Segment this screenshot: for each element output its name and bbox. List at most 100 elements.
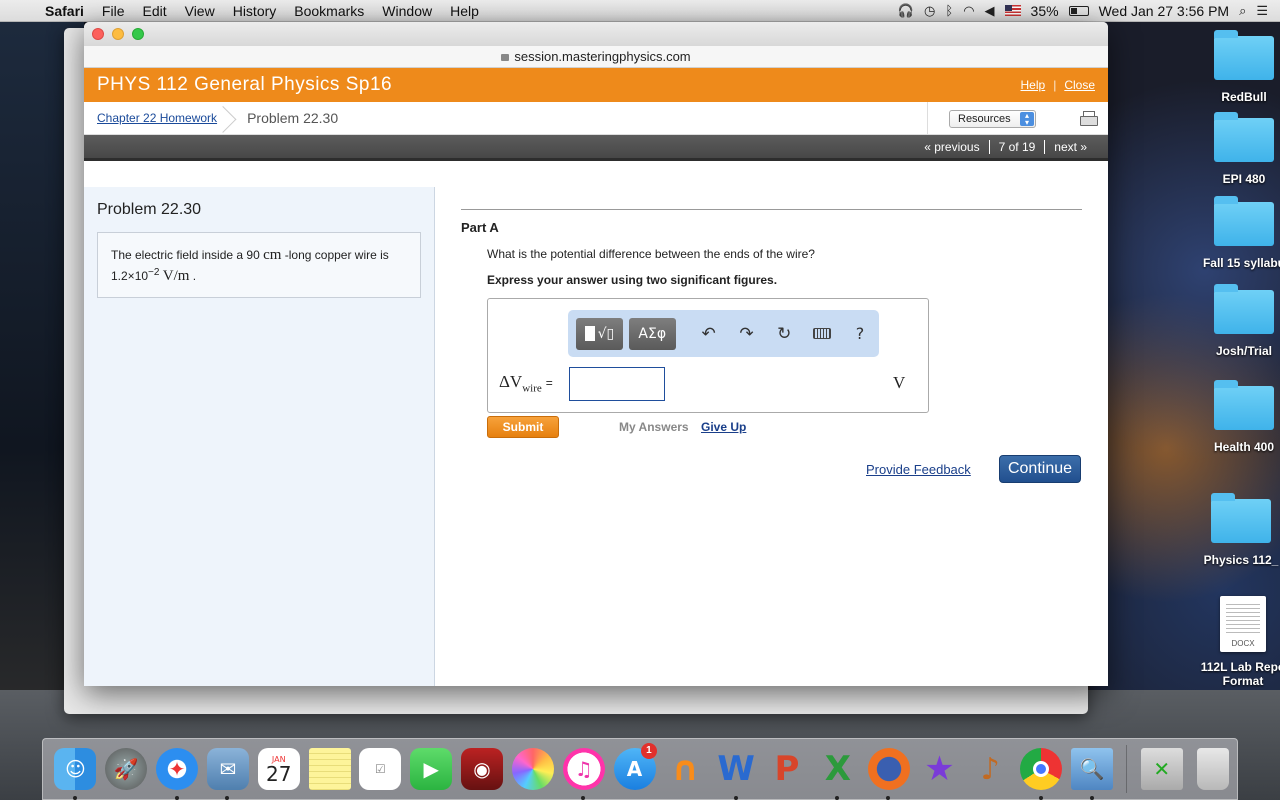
dock-photos[interactable] <box>508 745 557 794</box>
notification-center-icon[interactable]: ☰ <box>1256 3 1268 19</box>
desktop-icon-label: Fall 15 syllabu <box>1202 256 1280 270</box>
dock-powerpoint[interactable]: P <box>763 745 812 794</box>
dock-itunes[interactable]: ♫ <box>559 745 608 800</box>
powerpoint-icon: P <box>774 749 800 789</box>
clock[interactable]: Wed Jan 27 3:56 PM <box>1099 3 1229 19</box>
resources-select-label: Resources <box>958 112 1011 125</box>
part-label[interactable]: Part A <box>461 220 1082 235</box>
desktop-icon-label: RedBull <box>1221 90 1267 104</box>
desktop-folder-fall15[interactable]: Fall 15 syllabu <box>1199 196 1280 270</box>
breadcrumb-tools: Resources ▴ ▾ <box>927 102 1108 135</box>
dock-photo-booth[interactable]: ◉ <box>458 745 507 794</box>
running-indicator <box>835 795 840 800</box>
desktop-folder-epi480[interactable]: EPI 480 <box>1199 112 1280 186</box>
dock-finder[interactable]: ☺ <box>51 745 100 800</box>
statement-exponent: −2 <box>148 267 160 278</box>
desktop-folder-redbull[interactable]: RedBull <box>1199 30 1280 104</box>
dock-safari[interactable]: ✦ <box>153 745 202 800</box>
keyboard-button[interactable] <box>803 318 841 350</box>
desktop-folder-physics112[interactable]: Physics 112_ <box>1196 493 1280 567</box>
provide-feedback-link[interactable]: Provide Feedback <box>866 462 971 477</box>
menu-window[interactable]: Window <box>373 3 441 19</box>
course-header-links: Help | Close <box>1021 78 1096 92</box>
pager-position[interactable]: 7 of 19 <box>990 140 1045 154</box>
breadcrumb-chevron-icon <box>223 102 237 135</box>
dock-downloads-stack[interactable]: ✕ <box>1137 745 1186 794</box>
desktop-icon-label: Physics 112_ <box>1203 553 1279 567</box>
my-answers-label: My Answers <box>619 420 689 434</box>
folder-icon <box>1214 112 1274 162</box>
reminders-icon: ☑ <box>359 748 402 790</box>
dock-launchpad[interactable]: 🚀 <box>102 745 151 794</box>
dock-imovie[interactable]: ★ <box>915 745 964 794</box>
templates-label: √▯ <box>597 325 615 342</box>
help-link[interactable]: Help <box>1021 78 1046 92</box>
menu-history[interactable]: History <box>224 3 286 19</box>
submit-button[interactable]: Submit <box>487 416 559 438</box>
dock-word[interactable]: W <box>712 745 761 800</box>
dock-headphones-app[interactable]: ∩ <box>661 745 710 794</box>
battery-percentage[interactable]: 35% <box>1031 3 1059 19</box>
menu-file[interactable]: File <box>93 3 134 19</box>
dock-excel[interactable]: X <box>813 745 862 800</box>
battery-icon[interactable] <box>1068 5 1089 16</box>
template-block-icon <box>584 326 595 341</box>
continue-button[interactable]: Continue <box>999 455 1081 483</box>
help-icon[interactable]: ? <box>841 318 879 350</box>
bluetooth-icon[interactable]: ᛒ <box>945 3 953 18</box>
dock-trash[interactable] <box>1188 745 1237 794</box>
math-toolbar: √▯ ΑΣφ ↶ ↷ ↻ ? <box>568 310 879 357</box>
menu-edit[interactable]: Edit <box>133 3 175 19</box>
close-window-button[interactable] <box>92 28 104 40</box>
symbols-button[interactable]: ΑΣφ <box>628 317 676 350</box>
next-link[interactable]: next » <box>1045 140 1096 154</box>
photos-flower-icon <box>511 748 554 790</box>
time-machine-icon[interactable]: ◷ <box>924 3 935 19</box>
resources-select[interactable]: Resources ▴ ▾ <box>949 109 1036 128</box>
dock-preview[interactable]: 🔍 <box>1068 745 1117 800</box>
equals-sign: = <box>545 376 553 390</box>
templates-button[interactable]: √▯ <box>576 317 623 350</box>
give-up-link[interactable]: Give Up <box>701 420 746 434</box>
volume-icon[interactable]: ◀ <box>985 3 995 19</box>
dock-facetime[interactable]: ▶ <box>407 745 456 794</box>
running-indicator <box>886 795 891 800</box>
menu-app-name[interactable]: Safari <box>36 3 93 19</box>
redo-icon[interactable]: ↷ <box>728 318 766 350</box>
address-bar[interactable]: session.masteringphysics.com <box>84 46 1108 68</box>
dock-mail[interactable]: ✉ <box>203 745 252 800</box>
folder-icon <box>1214 380 1274 430</box>
undo-icon[interactable]: ↶ <box>690 318 728 350</box>
print-icon[interactable] <box>1080 111 1098 126</box>
menu-bookmarks[interactable]: Bookmarks <box>285 3 373 19</box>
dock-garageband[interactable]: ♪ <box>966 745 1015 794</box>
zoom-window-button[interactable] <box>132 28 144 40</box>
minimize-window-button[interactable] <box>112 28 124 40</box>
dock-reminders[interactable]: ☑ <box>356 745 405 794</box>
course-header: PHYS 112 General Physics Sp16 Help | Clo… <box>84 68 1108 102</box>
dock-firefox[interactable] <box>864 745 913 800</box>
headphones-icon[interactable]: 🎧 <box>898 3 914 19</box>
variable-symbol: ΔV <box>499 372 523 391</box>
problem-sidebar: Problem 22.30 The electric field inside … <box>84 187 435 686</box>
menu-view[interactable]: View <box>176 3 224 19</box>
input-source-flag-icon[interactable] <box>1004 5 1021 16</box>
desktop-folder-health400[interactable]: Health 400 <box>1199 380 1280 454</box>
dock-notes[interactable] <box>305 745 354 794</box>
answer-input[interactable] <box>569 367 665 401</box>
desktop-folder-josh-trial[interactable]: Josh/Trial <box>1199 284 1280 358</box>
reset-icon[interactable]: ↻ <box>765 318 803 350</box>
dock-app-store[interactable]: A1 <box>610 742 659 794</box>
menu-help[interactable]: Help <box>441 3 488 19</box>
problem-content: Problem 22.30 The electric field inside … <box>84 187 1108 686</box>
spotlight-search-icon[interactable]: ⌕ <box>1239 3 1246 19</box>
statement-unit-vm: V/m <box>162 268 190 284</box>
dock-calendar[interactable]: JAN 27 <box>254 745 303 794</box>
close-link[interactable]: Close <box>1064 78 1095 92</box>
folder-icon <box>1211 493 1271 543</box>
dock-chrome[interactable] <box>1017 745 1066 800</box>
desktop-file-lab-report[interactable]: DOCX 112L Lab Repo Format <box>1198 596 1280 688</box>
previous-link[interactable]: « previous <box>915 140 988 154</box>
breadcrumb-chapter-link[interactable]: Chapter 22 Homework <box>97 111 217 125</box>
wifi-icon[interactable]: ◠ <box>963 3 974 19</box>
